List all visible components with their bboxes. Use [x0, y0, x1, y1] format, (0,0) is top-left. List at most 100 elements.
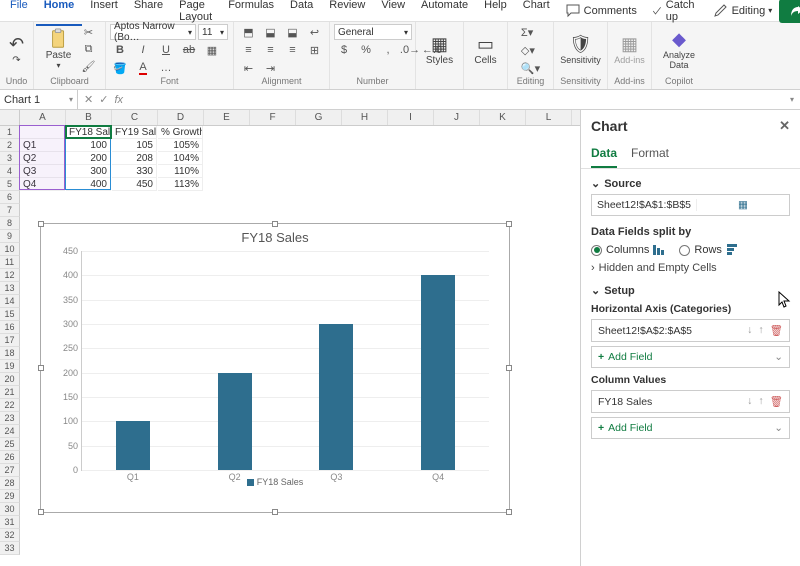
sortfilter-button[interactable]: 🔍▾	[521, 60, 540, 76]
border-button[interactable]: ▦	[202, 42, 222, 58]
more-font-button[interactable]: …	[156, 60, 176, 76]
row-header[interactable]: 4	[0, 165, 20, 178]
column-header[interactable]: G	[296, 110, 342, 125]
spreadsheet-grid[interactable]: ABCDEFGHIJKL 123456789101112131415161718…	[0, 110, 580, 566]
column-header[interactable]: C	[112, 110, 158, 125]
column-header[interactable]: A	[20, 110, 66, 125]
cell[interactable]: 110%	[158, 165, 203, 178]
fill-color-button[interactable]: 🪣	[110, 60, 130, 76]
cell[interactable]: 200	[66, 152, 111, 165]
chart-bar[interactable]	[218, 373, 252, 470]
cut-button[interactable]: ✂	[79, 24, 99, 40]
fx-icon[interactable]: fx	[114, 94, 123, 106]
align-right-button[interactable]: ≡	[283, 42, 303, 58]
copy-button[interactable]: ⧉	[79, 41, 99, 57]
add-horizontal-field-button[interactable]: +Add Field ⌄	[591, 346, 790, 368]
cell[interactable]: Q2	[20, 152, 65, 165]
move-down-icon[interactable]: ↓	[747, 395, 752, 408]
row-header[interactable]: 27	[0, 464, 20, 477]
column-header[interactable]: L	[526, 110, 572, 125]
row-header[interactable]: 19	[0, 360, 20, 373]
pane-tab-data[interactable]: Data	[591, 142, 617, 168]
font-color-button[interactable]: A	[133, 60, 153, 76]
align-middle-button[interactable]: ⬓	[261, 24, 281, 40]
split-columns-radio[interactable]: Columns	[591, 244, 665, 256]
share-button[interactable]: Share ▾	[779, 0, 800, 23]
add-column-value-button[interactable]: +Add Field ⌄	[591, 417, 790, 439]
source-range-input[interactable]: Sheet12!$A$1:$B$5 ▦	[591, 194, 790, 216]
formula-expand-icon[interactable]: ▾	[784, 95, 800, 104]
row-header[interactable]: 8	[0, 217, 20, 230]
wrap-text-button[interactable]: ↩	[305, 24, 325, 40]
cancel-formula-icon[interactable]: ✕	[84, 93, 93, 106]
embedded-chart[interactable]: FY18 Sales 050100150200250300350400450Q1…	[40, 223, 510, 513]
range-picker-icon[interactable]: ▦	[696, 199, 789, 211]
cell[interactable]: 400	[66, 178, 111, 191]
styles-button[interactable]: ▦Styles	[422, 24, 458, 74]
cell[interactable]: Q4	[20, 178, 65, 191]
align-left-button[interactable]: ≡	[239, 42, 259, 58]
row-header[interactable]: 11	[0, 256, 20, 269]
format-painter-button[interactable]: 🖌	[79, 58, 99, 74]
cell[interactable]: % Growth	[158, 126, 203, 139]
enter-formula-icon[interactable]: ✓	[99, 93, 108, 106]
name-box[interactable]: Chart 1▾	[0, 90, 78, 109]
number-format-select[interactable]: General▾	[334, 24, 412, 40]
chart-plot-area[interactable]: 050100150200250300350400450Q1Q2Q3Q4	[81, 251, 489, 471]
row-header[interactable]: 13	[0, 282, 20, 295]
analyze-data-button[interactable]: ◆Analyze Data	[661, 24, 697, 74]
move-up-icon[interactable]: ↑	[758, 395, 763, 408]
font-size-select[interactable]: 11▾	[198, 24, 228, 40]
row-header[interactable]: 26	[0, 451, 20, 464]
font-name-select[interactable]: Aptos Narrow (Bo…▾	[110, 24, 196, 40]
underline-button[interactable]: U	[156, 42, 176, 58]
chart-bar[interactable]	[116, 421, 150, 470]
sensitivity-button[interactable]: 🛡Sensitivity	[563, 24, 599, 74]
row-header[interactable]: 16	[0, 321, 20, 334]
row-header[interactable]: 7	[0, 204, 20, 217]
cell[interactable]: 113%	[158, 178, 203, 191]
row-header[interactable]: 12	[0, 269, 20, 282]
undo-button[interactable]: ↶↷	[0, 24, 35, 74]
comments-button[interactable]: Comments	[558, 0, 644, 22]
cell[interactable]: 208	[112, 152, 157, 165]
column-header[interactable]: E	[204, 110, 250, 125]
cell[interactable]: FY18 Sales	[66, 126, 111, 139]
formula-input[interactable]	[129, 90, 784, 109]
column-header[interactable]: I	[388, 110, 434, 125]
cell[interactable]: 105	[112, 139, 157, 152]
row-header[interactable]: 9	[0, 230, 20, 243]
horizontal-axis-field[interactable]: Sheet12!$A$2:$A$5 ↓↑🗑	[591, 319, 790, 342]
row-header[interactable]: 5	[0, 178, 20, 191]
row-header[interactable]: 10	[0, 243, 20, 256]
row-header[interactable]: 31	[0, 516, 20, 529]
select-all-corner[interactable]	[0, 110, 20, 125]
row-header[interactable]: 3	[0, 152, 20, 165]
move-down-icon[interactable]: ↓	[747, 324, 752, 337]
cell[interactable]: Q3	[20, 165, 65, 178]
cell[interactable]	[20, 126, 65, 139]
cell[interactable]: 105%	[158, 139, 203, 152]
chevron-down-icon[interactable]: ⌄	[591, 284, 600, 297]
row-header[interactable]: 25	[0, 438, 20, 451]
delete-field-icon[interactable]: 🗑	[770, 324, 783, 337]
percent-button[interactable]: %	[356, 42, 376, 58]
split-rows-radio[interactable]: Rows	[679, 244, 738, 256]
chart-bar[interactable]	[319, 324, 353, 470]
column-values-field[interactable]: FY18 Sales ↓↑🗑	[591, 390, 790, 413]
cell[interactable]: 330	[112, 165, 157, 178]
row-header[interactable]: 24	[0, 425, 20, 438]
align-center-button[interactable]: ≡	[261, 42, 281, 58]
row-header[interactable]: 21	[0, 386, 20, 399]
row-header[interactable]: 2	[0, 139, 20, 152]
pane-tab-format[interactable]: Format	[631, 142, 669, 168]
row-header[interactable]: 23	[0, 412, 20, 425]
comma-button[interactable]: ,	[378, 42, 398, 58]
row-header[interactable]: 18	[0, 347, 20, 360]
cell[interactable]: FY19 Sales	[112, 126, 157, 139]
row-header[interactable]: 32	[0, 529, 20, 542]
align-top-button[interactable]: ⬒	[239, 24, 259, 40]
row-header[interactable]: 14	[0, 295, 20, 308]
paste-button[interactable]: Paste▾	[41, 24, 77, 74]
italic-button[interactable]: I	[133, 42, 153, 58]
